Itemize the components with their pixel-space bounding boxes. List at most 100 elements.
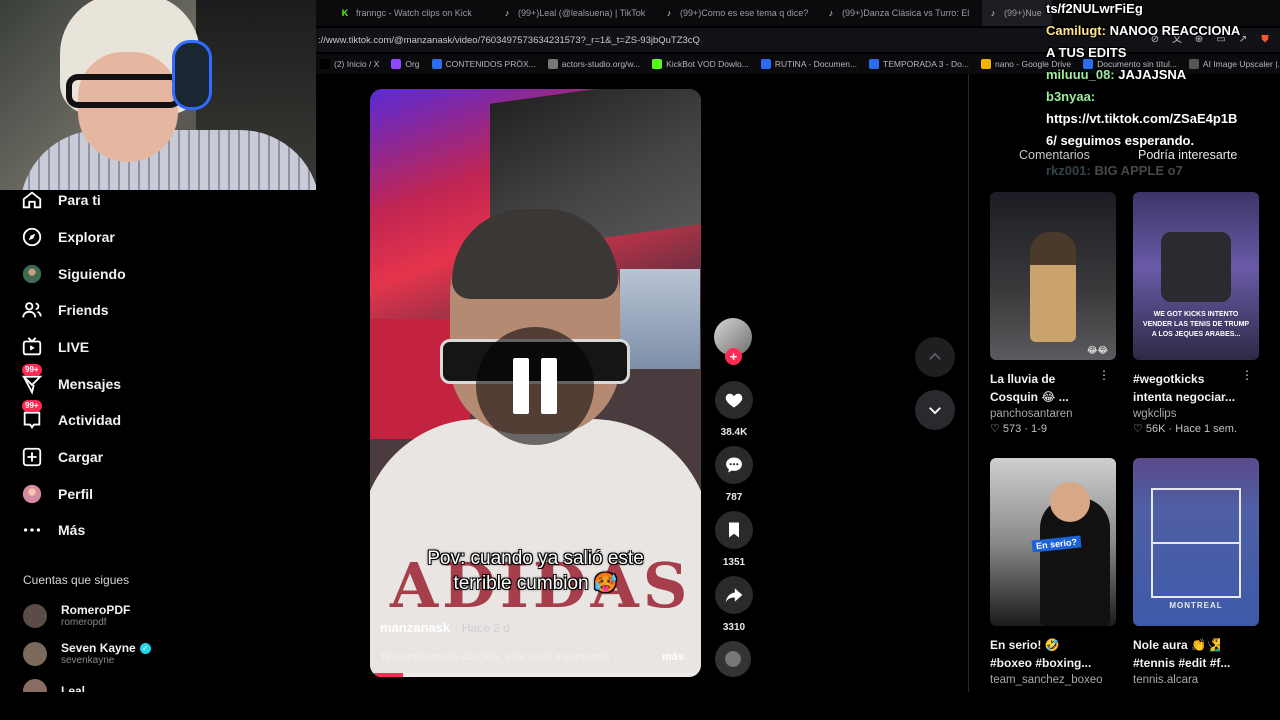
tab-label: (99+)Como es ese tema q dice? El m xyxy=(680,8,808,18)
video-caption: Pov: cuando ya salió este terrible cumbi… xyxy=(390,546,681,596)
recommended-video-card[interactable]: 😂😂 La lluvia de Cosquin 😂 ... ⋮ panchosa… xyxy=(990,192,1116,435)
bookmark-item[interactable]: (2) Inicio / X xyxy=(320,59,379,69)
recommended-video-card[interactable]: WE GOT KICKS INTENTO VENDER LAS TENIS DE… xyxy=(1133,192,1259,435)
bookmark-item[interactable]: TEMPORADA 3 - Do... xyxy=(869,59,969,69)
tiktok-sidebar: Para ti Explorar Siguiendo Friends LIVE 99+ Me… xyxy=(0,190,316,703)
sidebar-item-actividad[interactable]: 99+ Actividad xyxy=(20,400,121,435)
sidebar-item-mensajes[interactable]: 99+ Mensajes xyxy=(20,364,121,399)
tiktok-icon: ♪ xyxy=(990,8,996,18)
bookmark-label: TEMPORADA 3 - Do... xyxy=(883,59,969,69)
follow-plus-icon[interactable]: + xyxy=(725,348,742,365)
music-disc-icon[interactable] xyxy=(715,641,751,677)
recommended-video-card[interactable]: En serio? En serio! 🤣 #boxeo #boxing... … xyxy=(990,458,1116,686)
like-count: 38.4K xyxy=(720,427,748,438)
video-time: · Hace 2 d xyxy=(454,621,510,635)
heart-icon xyxy=(725,393,743,408)
chevron-down-icon xyxy=(929,407,941,415)
card-title: La lluvia de Cosquin 😂 ... xyxy=(990,372,1069,404)
tiktok-icon: ♪ xyxy=(666,8,672,18)
card-author[interactable]: tennis.alcara xyxy=(1133,674,1259,686)
url-field[interactable]: ://www.tiktok.com/@manzanask/video/76034… xyxy=(316,35,700,46)
sidebar-item-friends[interactable]: Friends xyxy=(20,295,109,325)
card-author[interactable]: panchosantaren xyxy=(990,408,1116,420)
messages-icon: 99+ xyxy=(20,364,44,396)
next-video-button[interactable] xyxy=(915,390,955,430)
bookmark-item[interactable]: actors-studio.org/w... xyxy=(547,59,640,69)
card-author[interactable]: team_sanchez_boxeo xyxy=(990,674,1116,686)
verified-badge-icon: ✓ xyxy=(139,642,151,654)
browser-tab[interactable]: ♪ (99+)Leal (@lealsuena) | TikTok xyxy=(496,0,648,26)
bookmark-item[interactable]: CONTENIDOS PRÓX... xyxy=(431,59,536,69)
globe-icon xyxy=(547,59,558,69)
twitch-icon xyxy=(391,59,402,69)
bottom-bar xyxy=(0,692,1280,720)
profile-icon xyxy=(20,482,44,506)
more-options-icon[interactable]: ⋮ xyxy=(1241,368,1253,382)
more-options-icon[interactable]: ⋮ xyxy=(1098,368,1110,382)
home-icon xyxy=(20,188,44,212)
share-arrow-icon xyxy=(725,588,743,603)
comment-button[interactable]: 787 xyxy=(714,446,754,503)
browser-tab[interactable]: ♪ (99+)Danza Clásica vs Turro: El Gran xyxy=(820,0,970,26)
upload-icon xyxy=(20,445,44,469)
chat-text: 6/ seguimos esperando. xyxy=(1046,133,1195,148)
share-button[interactable]: 3310 xyxy=(714,576,754,633)
recommended-video-card[interactable]: MONTREAL Nole aura 👏🧏‍♂️ #tennis #edit #… xyxy=(1133,458,1259,686)
browser-tab[interactable]: K franngc - Watch clips on Kick xyxy=(334,0,484,26)
account-name: RomeroPDF xyxy=(61,603,131,617)
more-link[interactable]: más xyxy=(662,651,684,663)
avatar-icon xyxy=(20,262,44,286)
video-thumbnail: 😂😂 xyxy=(990,192,1116,360)
thumb-overlay-text: WE GOT KICKS INTENTO VENDER LAS TENIS DE… xyxy=(1142,311,1250,338)
caption-line: Pov: cuando ya salió este xyxy=(427,548,644,569)
browser-tab[interactable]: ♪ (99+)Como es ese tema q dice? El m xyxy=(658,0,808,26)
kick-icon xyxy=(652,59,663,69)
sidebar-item-m-s[interactable]: Más xyxy=(20,515,85,545)
like-button[interactable]: 38.4K xyxy=(714,381,754,438)
bookmark-label: CONTENIDOS PRÓX... xyxy=(445,59,536,69)
tab-label: franngc - Watch clips on Kick xyxy=(356,8,472,18)
sidebar-item-siguiendo[interactable]: Siguiendo xyxy=(20,259,126,289)
followed-account[interactable]: Seven Kayne ✓ sevenkayne xyxy=(23,641,151,666)
video-author[interactable]: manzanask xyxy=(380,620,450,635)
previous-video-button[interactable] xyxy=(915,337,955,377)
chat-message: miluuu_08: JAJAJSNA xyxy=(1046,64,1278,86)
account-handle: romeropdf xyxy=(61,617,107,628)
card-title: #wegotkicks intenta negociar... xyxy=(1133,372,1236,404)
account-handle: sevenkayne xyxy=(61,655,115,666)
save-button[interactable]: 1351 xyxy=(714,511,754,568)
doc-icon xyxy=(760,59,771,69)
bookmark-item[interactable]: RUTINA - Documen... xyxy=(760,59,857,69)
sidebar-item-perfil[interactable]: Perfil xyxy=(20,479,93,509)
chevron-up-icon xyxy=(929,352,941,360)
bookmark-label: Org xyxy=(405,59,420,69)
video-progress-bar[interactable] xyxy=(370,673,701,677)
chat-message: A TUS EDITS xyxy=(1046,42,1278,64)
bookmark-item[interactable]: KickBot VOD Dowlo... xyxy=(652,59,749,69)
tab-label: (99+)Leal (@lealsuena) | TikTok xyxy=(518,8,646,18)
sidebar-item-label: LIVE xyxy=(58,339,90,355)
tiktok-icon: ♪ xyxy=(504,8,510,18)
browser-tab-active[interactable]: ♪ (99+)Nue xyxy=(982,0,1052,26)
notification-badge: 99+ xyxy=(22,364,42,376)
bookmark-item[interactable]: Org xyxy=(391,59,420,69)
card-title: Nole aura 👏🧏‍♂️ #tennis #edit #f... xyxy=(1133,638,1231,670)
chat-text: BIG APPLE o7 xyxy=(1094,163,1183,178)
thumb-overlay-text: MONTREAL xyxy=(1169,601,1223,610)
card-author[interactable]: wgkclips xyxy=(1133,408,1259,420)
followed-account[interactable]: RomeroPDF romeropdf xyxy=(23,603,130,628)
sidebar-item-para-ti[interactable]: Para ti xyxy=(20,185,101,215)
video-description: Te regalo con la canción, este junte ine… xyxy=(380,651,623,663)
sidebar-item-live[interactable]: LIVE xyxy=(20,332,89,362)
heart-outline-icon: ♡ xyxy=(990,423,1003,435)
pause-button[interactable] xyxy=(476,327,594,445)
tiktok-icon: ♪ xyxy=(828,8,834,18)
video-player[interactable]: ADIDAS Pov: cuando ya salió este terribl… xyxy=(370,89,701,677)
chat-message: Camilugt: NANOO REACCIONA xyxy=(1046,20,1278,42)
drive-icon xyxy=(981,59,991,69)
sidebar-item-explorar[interactable]: Explorar xyxy=(20,222,115,252)
sidebar-item-cargar[interactable]: Cargar xyxy=(20,442,103,472)
chat-message: b3nyaa: xyxy=(1046,86,1278,108)
card-meta: 573 · 1-9 xyxy=(1002,423,1047,435)
doc-icon xyxy=(869,59,880,69)
